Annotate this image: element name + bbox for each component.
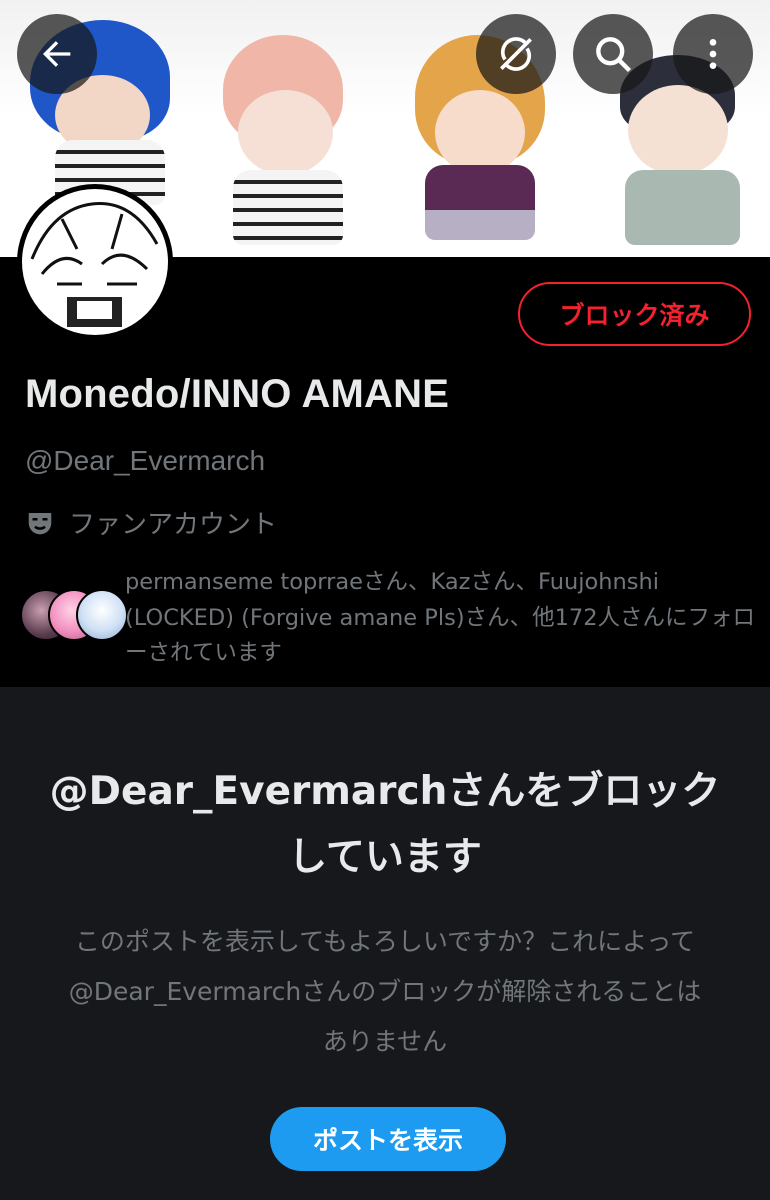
avatar-image xyxy=(22,189,168,335)
blocked-button[interactable]: ブロック済み xyxy=(518,282,751,346)
blocked-notice-description: このポストを表示してもよろしいですか？これによって@Dear_Evermarch… xyxy=(68,927,702,1056)
search-button[interactable] xyxy=(573,14,653,94)
followed-by[interactable]: permanseme toprraeさん、Kazさん、Fuujohnshi (L… xyxy=(20,565,760,670)
view-posts-button[interactable]: ポストを表示 xyxy=(270,1107,506,1171)
display-name: Monedo/INNO AMANE xyxy=(25,372,450,416)
blocked-notice-panel: @Dear_Evermarchさんをブロックしています このポストを表示してもよ… xyxy=(0,687,770,1200)
translate-off-icon xyxy=(500,37,532,71)
account-label: ファンアカウント xyxy=(25,504,277,541)
followed-by-text: permanseme toprraeさん、Kazさん、Fuujohnshi (L… xyxy=(125,569,756,666)
more-options-button[interactable] xyxy=(673,14,753,94)
more-vertical-icon xyxy=(709,39,717,69)
user-handle: @Dear_Evermarch xyxy=(25,445,266,476)
follower-avatar xyxy=(76,589,128,641)
banner-plush-pink xyxy=(218,30,358,245)
arrow-left-icon xyxy=(43,41,71,67)
account-label-text: ファンアカウント xyxy=(69,510,278,540)
theater-mask-icon xyxy=(28,512,52,534)
follower-avatars xyxy=(20,589,128,641)
profile-avatar[interactable] xyxy=(17,184,173,340)
translate-off-button[interactable] xyxy=(476,14,556,94)
search-icon xyxy=(596,37,632,73)
blocked-notice-title: @Dear_Evermarchさんをブロックしています xyxy=(49,769,721,880)
back-button[interactable] xyxy=(17,14,97,94)
